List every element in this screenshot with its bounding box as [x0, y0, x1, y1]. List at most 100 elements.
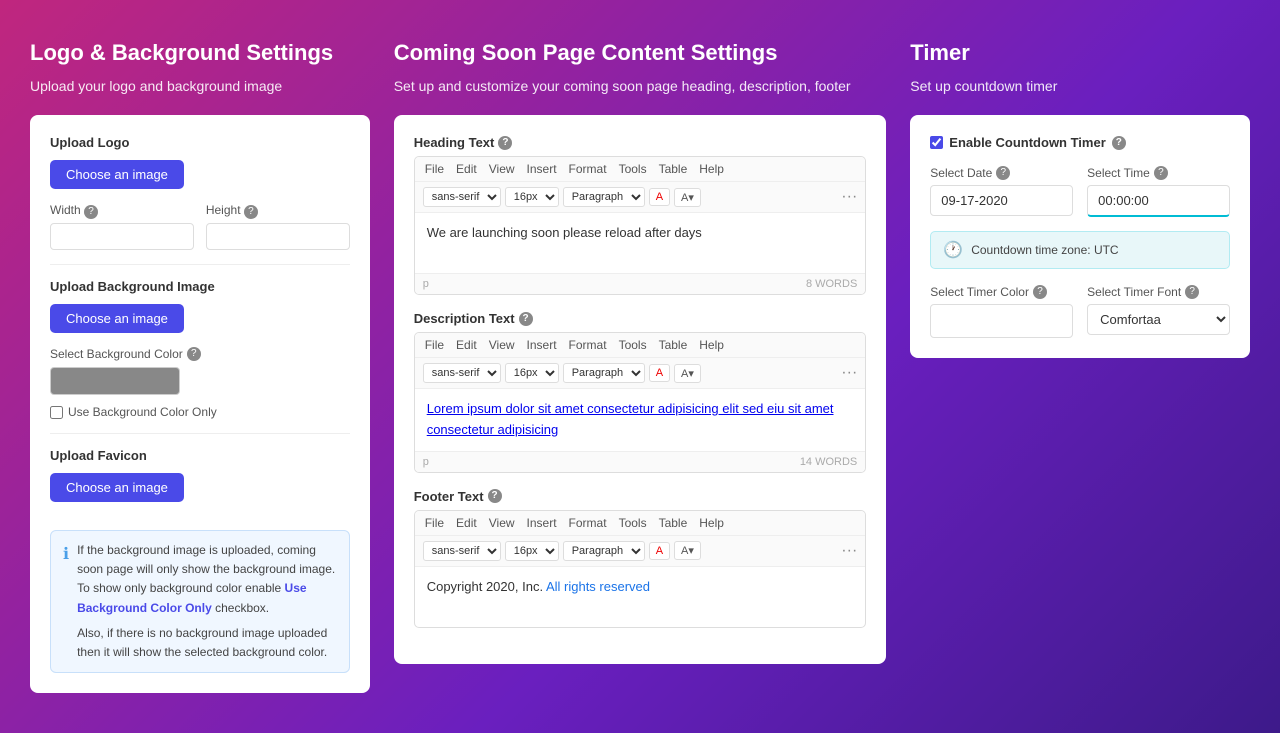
menu-format[interactable]: Format: [569, 162, 607, 176]
date-label-row: Select Date ?: [930, 166, 1073, 180]
menu-table[interactable]: Table: [659, 162, 688, 176]
bg-color-section: Select Background Color ? Use Background…: [50, 347, 350, 419]
heading-label-row: Heading Text ?: [414, 135, 867, 150]
footer-menu-tools[interactable]: Tools: [619, 516, 647, 530]
footer-menu-edit[interactable]: Edit: [456, 516, 477, 530]
desc-label-row: Description Text ?: [414, 311, 867, 326]
desc-menu-insert[interactable]: Insert: [527, 338, 557, 352]
desc-paragraph[interactable]: Paragraph: [563, 363, 645, 383]
menu-view[interactable]: View: [489, 162, 515, 176]
right-section-header: Timer Set up countdown timer: [910, 40, 1250, 97]
enable-countdown-row: Enable Countdown Timer ?: [930, 135, 1230, 150]
menu-tools[interactable]: Tools: [619, 162, 647, 176]
menu-edit[interactable]: Edit: [456, 162, 477, 176]
desc-menu-tools[interactable]: Tools: [619, 338, 647, 352]
upload-favicon-label: Upload Favicon: [50, 448, 350, 463]
desc-help-icon[interactable]: ?: [519, 312, 533, 326]
right-column: Timer Set up countdown timer Enable Coun…: [910, 40, 1250, 693]
left-title: Logo & Background Settings: [30, 40, 370, 66]
desc-menu-format[interactable]: Format: [569, 338, 607, 352]
heading-content[interactable]: We are launching soon please reload afte…: [415, 213, 866, 273]
heading-font-family[interactable]: sans-serif: [423, 187, 501, 207]
desc-menu-view[interactable]: View: [489, 338, 515, 352]
upload-logo-section: Upload Logo Choose an image: [50, 135, 350, 203]
left-column: Logo & Background Settings Upload your l…: [30, 40, 370, 693]
footer-menu-help[interactable]: Help: [699, 516, 724, 530]
menu-file[interactable]: File: [425, 162, 444, 176]
footer-toolbar: sans-serif 16px Paragraph A A▾ ···: [415, 536, 866, 567]
desc-content[interactable]: Lorem ipsum dolor sit amet consectetur a…: [415, 389, 866, 451]
time-label-row: Select Time ?: [1087, 166, 1230, 180]
height-input[interactable]: [206, 223, 350, 250]
footer-menubar: File Edit View Insert Format Tools Table…: [415, 511, 866, 536]
date-input[interactable]: [930, 185, 1073, 216]
right-title: Timer: [910, 40, 1250, 66]
time-input[interactable]: [1087, 185, 1230, 217]
width-label: Width ?: [50, 203, 194, 219]
desc-text-color-btn[interactable]: A: [649, 364, 670, 382]
divider-1: [50, 264, 350, 265]
footer-help-icon[interactable]: ?: [488, 489, 502, 503]
timezone-row: 🕐 Countdown time zone: UTC: [930, 231, 1230, 269]
height-help-icon[interactable]: ?: [244, 205, 258, 219]
choose-favicon-button[interactable]: Choose an image: [50, 473, 184, 502]
enable-countdown-checkbox[interactable]: [930, 136, 943, 149]
width-input[interactable]: [50, 223, 194, 250]
font-help-icon[interactable]: ?: [1185, 285, 1199, 299]
choose-logo-button[interactable]: Choose an image: [50, 160, 184, 189]
upload-favicon-section: Upload Favicon Choose an image: [50, 448, 350, 516]
footer-font-size[interactable]: 16px: [505, 541, 559, 561]
desc-font-size[interactable]: 16px: [505, 363, 559, 383]
footer-menu-table[interactable]: Table: [659, 516, 688, 530]
desc-menu-file[interactable]: File: [425, 338, 444, 352]
upload-bg-section: Upload Background Image Choose an image: [50, 279, 350, 347]
desc-highlight-btn[interactable]: A▾: [674, 364, 701, 383]
footer-text-color-btn[interactable]: A: [649, 542, 670, 560]
menu-insert[interactable]: Insert: [527, 162, 557, 176]
desc-menu-table[interactable]: Table: [659, 338, 688, 352]
middle-title: Coming Soon Page Content Settings: [394, 40, 887, 66]
date-time-grid: Select Date ? Select Time ?: [930, 166, 1230, 217]
info-p1: If the background image is uploaded, com…: [77, 541, 337, 618]
middle-column: Coming Soon Page Content Settings Set up…: [394, 40, 887, 693]
use-bg-color-label[interactable]: Use Background Color Only: [50, 405, 217, 419]
width-help-icon[interactable]: ?: [84, 205, 98, 219]
color-help-icon[interactable]: ?: [1033, 285, 1047, 299]
font-field: Select Timer Font ? Comfortaa Roboto Ope…: [1087, 285, 1230, 338]
desc-menu-help[interactable]: Help: [699, 338, 724, 352]
desc-menu-edit[interactable]: Edit: [456, 338, 477, 352]
footer-more-btn[interactable]: ···: [841, 543, 857, 559]
footer-menu-insert[interactable]: Insert: [527, 516, 557, 530]
timer-color-input[interactable]: [930, 304, 1073, 338]
info-icon: ℹ: [63, 542, 69, 568]
footer-menu-view[interactable]: View: [489, 516, 515, 530]
upload-bg-label: Upload Background Image: [50, 279, 350, 294]
enable-help-icon[interactable]: ?: [1112, 136, 1126, 150]
bg-color-swatch[interactable]: [50, 367, 180, 395]
page-layout: Logo & Background Settings Upload your l…: [30, 40, 1250, 693]
divider-2: [50, 433, 350, 434]
heading-footer: p 8 WORDS: [415, 273, 866, 294]
time-help-icon[interactable]: ?: [1154, 166, 1168, 180]
heading-help-icon[interactable]: ?: [498, 136, 512, 150]
footer-menu-file[interactable]: File: [425, 516, 444, 530]
footer-content[interactable]: Copyright 2020, Inc. All rights reserved: [415, 567, 866, 627]
footer-font-family[interactable]: sans-serif: [423, 541, 501, 561]
footer-paragraph[interactable]: Paragraph: [563, 541, 645, 561]
date-help-icon[interactable]: ?: [996, 166, 1010, 180]
heading-text-color-btn[interactable]: A: [649, 188, 670, 206]
footer-highlight-btn[interactable]: A▾: [674, 541, 701, 560]
menu-help[interactable]: Help: [699, 162, 724, 176]
desc-more-btn[interactable]: ···: [841, 365, 857, 381]
choose-bg-button[interactable]: Choose an image: [50, 304, 184, 333]
desc-font-family[interactable]: sans-serif: [423, 363, 501, 383]
bg-color-help-icon[interactable]: ?: [187, 347, 201, 361]
heading-paragraph[interactable]: Paragraph: [563, 187, 645, 207]
upload-logo-label: Upload Logo: [50, 135, 350, 150]
heading-font-size[interactable]: 16px: [505, 187, 559, 207]
footer-menu-format[interactable]: Format: [569, 516, 607, 530]
use-bg-color-checkbox[interactable]: [50, 406, 63, 419]
heading-highlight-btn[interactable]: A▾: [674, 188, 701, 207]
timer-font-select[interactable]: Comfortaa Roboto Open Sans Lato: [1087, 304, 1230, 335]
heading-more-btn[interactable]: ···: [841, 189, 857, 205]
